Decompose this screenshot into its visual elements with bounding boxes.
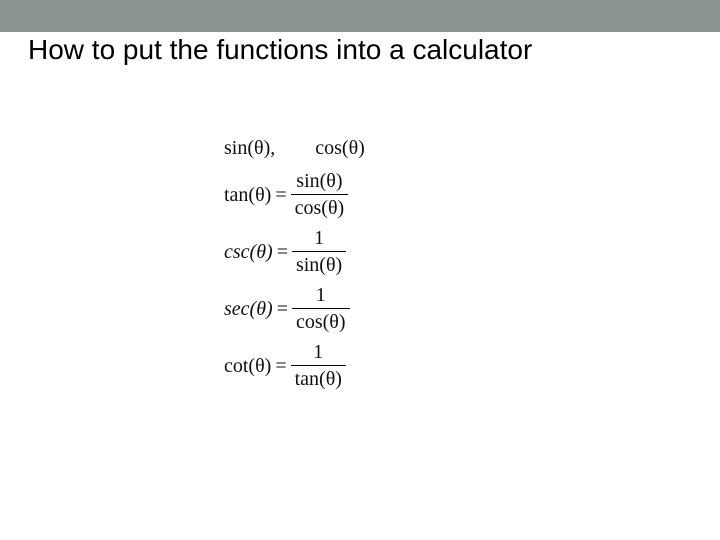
cot-den: tan(θ) xyxy=(291,368,346,390)
row-csc: csc(θ) = 1 sin(θ) xyxy=(224,227,504,276)
csc-den: sin(θ) xyxy=(292,254,346,276)
tan-fraction: sin(θ) cos(θ) xyxy=(291,170,349,219)
sec-fraction: 1 cos(θ) xyxy=(292,284,350,333)
equals-sign: = xyxy=(273,242,292,262)
tan-den: cos(θ) xyxy=(291,197,349,219)
sec-den: cos(θ) xyxy=(292,311,350,333)
equals-sign: = xyxy=(273,299,292,319)
csc-fraction: 1 sin(θ) xyxy=(292,227,346,276)
sec-num: 1 xyxy=(312,284,330,306)
comma: , xyxy=(270,138,275,158)
tan-num: sin(θ) xyxy=(292,170,346,192)
slide-title: How to put the functions into a calculat… xyxy=(28,34,532,66)
top-bar xyxy=(0,0,720,32)
cot-lhs: cot(θ) xyxy=(224,356,271,376)
row-sin-cos: sin(θ), cos(θ) xyxy=(224,138,504,158)
cot-fraction: 1 tan(θ) xyxy=(291,341,346,390)
formula-block: sin(θ), cos(θ) tan(θ) = sin(θ) cos(θ) cs… xyxy=(224,130,504,398)
sin-theta: sin(θ) xyxy=(224,138,270,158)
row-tan: tan(θ) = sin(θ) cos(θ) xyxy=(224,170,504,219)
cos-theta: cos(θ) xyxy=(315,138,365,158)
row-cot: cot(θ) = 1 tan(θ) xyxy=(224,341,504,390)
equals-sign: = xyxy=(271,356,290,376)
csc-lhs: csc(θ) xyxy=(224,242,273,262)
sec-lhs: sec(θ) xyxy=(224,299,273,319)
equals-sign: = xyxy=(271,185,290,205)
tan-lhs: tan(θ) xyxy=(224,185,271,205)
row-sec: sec(θ) = 1 cos(θ) xyxy=(224,284,504,333)
cot-num: 1 xyxy=(309,341,327,363)
csc-num: 1 xyxy=(310,227,328,249)
